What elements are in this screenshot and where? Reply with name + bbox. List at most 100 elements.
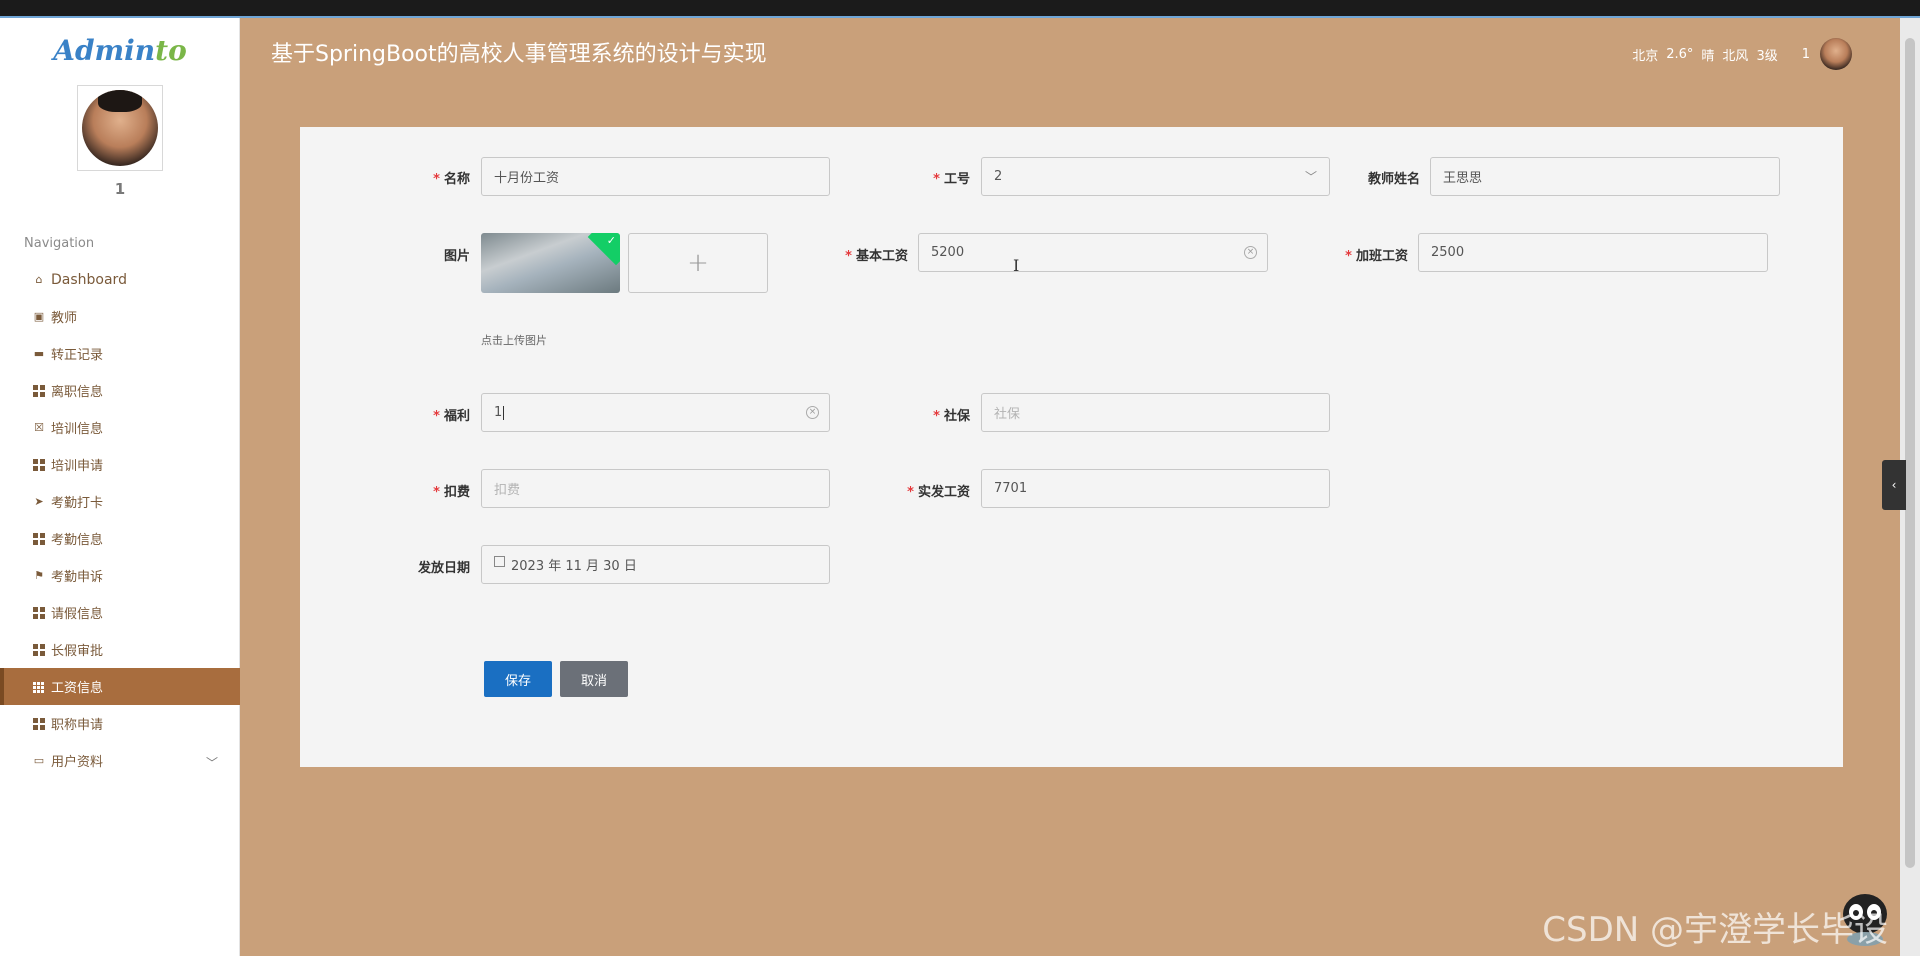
calendar-icon [494, 556, 505, 567]
sidebar-item-label: 考勤申诉 [51, 570, 104, 585]
name-label: * 名称 [433, 172, 470, 187]
pay-date-input[interactable]: 2023 年 11 月 30 日 [481, 545, 830, 584]
sidebar-item-attendance-appeal[interactable]: ⚑ 考勤申诉 [0, 557, 240, 594]
chevron-left-icon[interactable]: ‹ [1882, 460, 1906, 510]
sidebar-item-leave-info[interactable]: 请假信息 [0, 594, 240, 631]
app-logo[interactable]: Adminto [0, 34, 240, 67]
text-cursor [503, 405, 505, 420]
sidebar-item-user-profile[interactable]: ▭ 用户资料 ﹀ [0, 742, 240, 779]
sidebar-user-name: 1 [114, 180, 126, 198]
sidebar-item-regularization[interactable]: ▬ 转正记录 [0, 335, 240, 372]
card-icon: ▬ [33, 346, 45, 360]
name-input[interactable]: 十月份工资 [481, 157, 830, 196]
grid-icon [33, 458, 45, 471]
uploaded-image-thumbnail[interactable]: ✓ [481, 233, 620, 293]
sidebar-avatar[interactable] [77, 85, 163, 171]
check-icon: ✓ [606, 234, 616, 247]
deduction-input[interactable]: 扣费 [481, 469, 830, 508]
sidebar-item-training-info[interactable]: ☒ 培训信息 [0, 409, 240, 446]
watermark: CSDN @宇澄学长毕设 [1542, 910, 1888, 950]
social-security-input[interactable]: 社保 [981, 393, 1330, 432]
sidebar-item-label: 转正记录 [51, 348, 104, 363]
sidebar-item-training-apply[interactable]: 培训申请 [0, 446, 240, 483]
clear-icon[interactable]: × [1244, 246, 1257, 259]
teacher-name-label: 教师姓名 [1367, 172, 1420, 187]
overtime-pay-input[interactable]: 2500 [1418, 233, 1768, 272]
pay-date-label: 发放日期 [417, 561, 470, 576]
id-card-icon: ▭ [33, 753, 45, 767]
nav-section-title: Navigation [24, 236, 95, 251]
teacher-name-input[interactable]: 王思思 [1430, 157, 1780, 196]
header-user-name[interactable]: 1 [1802, 47, 1810, 62]
sidebar-item-salary[interactable]: 工资信息 [0, 668, 240, 705]
weather-wind-level: 3级 [1756, 48, 1778, 64]
net-salary-label: * 实发工资 [907, 485, 970, 500]
sidebar: Adminto 1 Navigation ⌂ Dashboard ▣ 教师 ▬ 转正记… [0, 18, 240, 956]
sidebar-item-label: 用户资料 [51, 755, 104, 770]
weather-condition: 晴 [1701, 48, 1715, 64]
header-info: 北京 2.6° 晴 北风 3级 1 [1624, 38, 1852, 70]
grid-icon [33, 606, 45, 619]
sidebar-item-label: 培训信息 [51, 422, 104, 437]
flag-icon: ⚑ [34, 568, 44, 582]
image-label: 图片 [443, 249, 470, 264]
save-button[interactable]: 保存 [484, 661, 552, 697]
grid-icon [33, 717, 45, 730]
sidebar-item-label: 培训申请 [51, 459, 104, 474]
chevron-down-icon: ﹀ [205, 756, 218, 770]
weather-wind: 北风 [1722, 48, 1749, 64]
sidebar-item-attendance-clock[interactable]: ➤ 考勤打卡 [0, 483, 240, 520]
clear-icon[interactable]: × [806, 406, 819, 419]
welfare-label: * 福利 [433, 409, 470, 424]
sidebar-item-label: 离职信息 [51, 385, 104, 400]
upload-add-button[interactable]: + [628, 233, 768, 293]
sidebar-item-attendance-info[interactable]: 考勤信息 [0, 520, 240, 557]
calendar-x-icon: ☒ [34, 420, 44, 434]
top-accent-line [0, 16, 1920, 18]
chevron-down-icon: ﹀ [1304, 170, 1317, 184]
grid-icon [33, 643, 45, 656]
weather-temp: 2.6° [1666, 46, 1694, 62]
base-salary-value: 5200 [931, 245, 965, 260]
sidebar-item-teacher[interactable]: ▣ 教师 [0, 298, 240, 335]
overtime-pay-label: * 加班工资 [1345, 249, 1408, 264]
social-security-label: * 社保 [933, 409, 970, 424]
grid-icon [33, 532, 45, 545]
sidebar-item-label: 工资信息 [51, 681, 104, 696]
sidebar-item-label: 长假审批 [51, 644, 104, 659]
sidebar-item-label: 职称申请 [51, 718, 104, 733]
sidebar-item-label: Dashboard [51, 271, 127, 288]
job-no-select[interactable]: 2 ﹀ [981, 157, 1330, 196]
welfare-input[interactable]: 1 × [481, 393, 830, 432]
upload-hint: 点击上传图片 [481, 334, 547, 347]
home-icon: ⌂ [35, 272, 43, 286]
sidebar-item-title-apply[interactable]: 职称申请 [0, 705, 240, 742]
base-salary-label: * 基本工资 [845, 249, 908, 264]
sidebar-item-label: 考勤打卡 [51, 496, 104, 511]
sidebar-item-long-leave[interactable]: 长假审批 [0, 631, 240, 668]
net-salary-input[interactable]: 7701 [981, 469, 1330, 508]
page-title: 基于SpringBoot的高校人事管理系统的设计与实现 [271, 42, 767, 67]
sidebar-item-label: 教师 [51, 311, 78, 326]
grid9-icon [33, 681, 45, 693]
sidebar-nav: ⌂ Dashboard ▣ 教师 ▬ 转正记录 离职信息 ☒ 培训信息 培训申请 ➤ 考勤… [0, 261, 240, 779]
pay-date-value: 2023 年 11 月 30 日 [511, 559, 637, 574]
sidebar-item-dashboard[interactable]: ⌂ Dashboard [0, 261, 240, 298]
clipboard-icon: ▣ [33, 309, 45, 323]
sidebar-item-resignation[interactable]: 离职信息 [0, 372, 240, 409]
weather-city: 北京 [1632, 48, 1659, 64]
paper-plane-icon: ➤ [34, 494, 44, 508]
job-no-label: * 工号 [933, 172, 970, 187]
avatar-image [82, 90, 158, 166]
sidebar-item-label: 考勤信息 [51, 533, 104, 548]
grid-icon [33, 384, 45, 397]
cancel-button[interactable]: 取消 [560, 661, 628, 697]
header-avatar[interactable] [1820, 38, 1852, 70]
scrollbar-thumb[interactable] [1905, 38, 1915, 868]
base-salary-input[interactable]: 5200 × [918, 233, 1268, 272]
window-top-bar [0, 0, 1920, 16]
welfare-value: 1 [494, 405, 503, 420]
mouse-cursor-icon: I [1013, 256, 1020, 275]
deduction-label: * 扣费 [433, 485, 470, 500]
sidebar-item-label: 请假信息 [51, 607, 104, 622]
